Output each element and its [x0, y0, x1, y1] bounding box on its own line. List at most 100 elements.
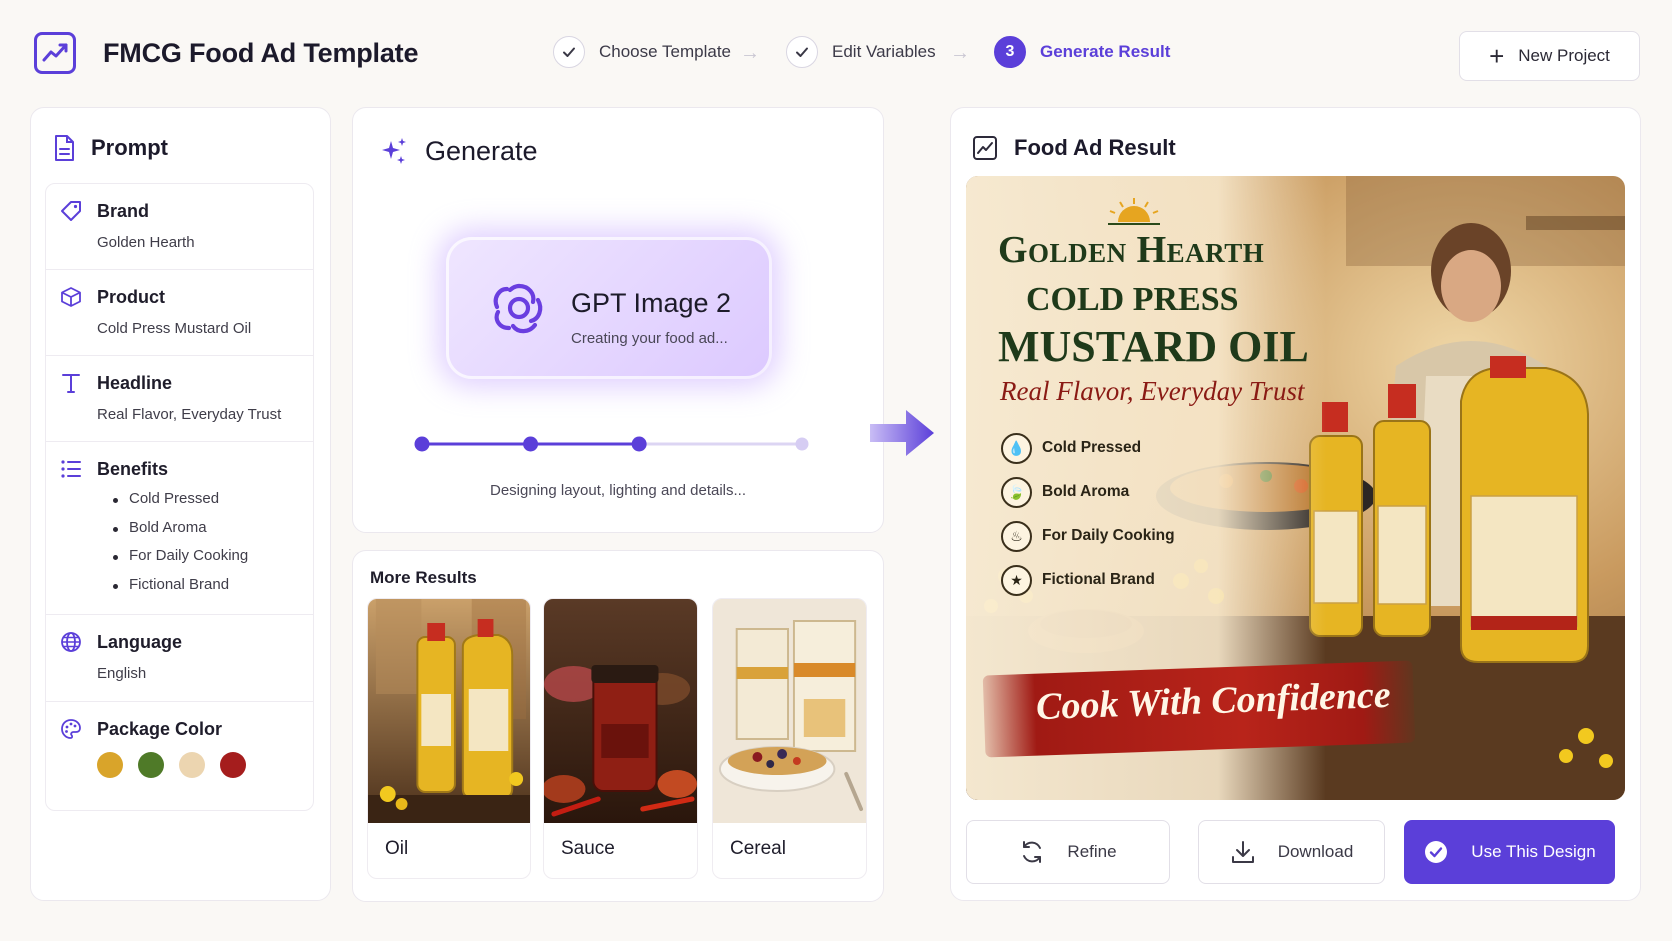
tag-icon: [61, 201, 81, 221]
image-chart-icon: [973, 136, 997, 160]
new-project-label: New Project: [1518, 46, 1610, 65]
result-header: Food Ad Result: [972, 135, 1176, 161]
progress-caption: Designing layout, lighting and details..…: [490, 482, 746, 499]
more-results-title: More Results: [370, 568, 477, 587]
ad-product-line2: MUSTARD OIL: [998, 322, 1309, 371]
step-generate-result[interactable]: 3 Generate Result: [994, 36, 1170, 68]
result-thumbnail-oil[interactable]: Oil: [367, 598, 531, 879]
prompt-item-value: English: [97, 665, 147, 682]
result-thumbnail-cereal[interactable]: Cereal: [712, 598, 867, 879]
sauce-thumbnail-image: [544, 599, 697, 823]
color-swatch[interactable]: [138, 752, 164, 778]
new-project-button[interactable]: + New Project: [1459, 31, 1640, 81]
prompt-item-benefits[interactable]: Benefits Cold Pressed Bold Aroma For Dai…: [46, 442, 313, 615]
prompt-item-label: Brand: [97, 201, 150, 221]
refine-button[interactable]: Refine: [966, 820, 1170, 884]
model-status-text: Creating your food ad...: [571, 330, 728, 347]
leaf-icon: 🍃: [1001, 476, 1032, 508]
prompt-item-value: Cold Press Mustard Oil: [97, 320, 252, 337]
prompt-item-package-color[interactable]: Package Color: [46, 702, 313, 810]
refresh-icon: [1023, 841, 1042, 863]
thumbnail-label: Sauce: [561, 838, 615, 859]
progress-step-dot: [523, 436, 539, 452]
step-label: Generate Result: [1040, 42, 1171, 61]
prompt-item-language[interactable]: Language English: [46, 615, 313, 702]
prompt-title: Prompt: [91, 135, 168, 160]
ad-product-line1: COLD PRESS: [1026, 281, 1239, 318]
benefit-item: Fictional Brand: [113, 576, 248, 605]
color-swatch[interactable]: [97, 752, 123, 778]
step-number: 3: [994, 36, 1026, 68]
progress-step-dot: [795, 437, 809, 451]
color-swatch[interactable]: [220, 752, 246, 778]
arrow-right-icon: →: [950, 42, 970, 64]
prompt-item-value: Real Flavor, Everyday Trust: [97, 406, 282, 423]
generate-header: Generate: [377, 135, 538, 167]
step-edit-variables[interactable]: Edit Variables: [786, 36, 936, 68]
generate-title: Generate: [425, 135, 538, 166]
benefit-item: Bold Aroma: [113, 519, 248, 548]
color-swatch[interactable]: [179, 752, 205, 778]
box-icon: [61, 287, 81, 307]
arrow-right-icon: →: [740, 42, 760, 64]
page-title: FMCG Food Ad Template: [103, 38, 419, 68]
use-this-design-button[interactable]: Use This Design: [1404, 820, 1615, 884]
check-icon: [553, 36, 585, 68]
globe-icon: [61, 632, 81, 652]
cooking-pot-icon: ♨: [1001, 520, 1032, 552]
ad-benefit: ★ Fictional Brand: [1001, 558, 1175, 602]
generation-progress: [414, 436, 809, 452]
ad-benefit-label: Cold Pressed: [1042, 439, 1142, 456]
star-icon: ★: [1001, 564, 1032, 596]
check-circle-icon: [1425, 841, 1448, 863]
prompt-item-brand[interactable]: Brand Golden Hearth: [46, 184, 313, 270]
ad-tagline: Real Flavor, Everyday Trust: [1000, 376, 1305, 406]
download-button[interactable]: Download: [1198, 820, 1385, 884]
ad-benefit-label: For Daily Cooking: [1042, 527, 1175, 544]
result-thumbnail-sauce[interactable]: Sauce: [543, 598, 698, 879]
check-icon: [786, 36, 818, 68]
prompt-item-headline[interactable]: Headline Real Flavor, Everyday Trust: [46, 356, 313, 442]
ad-benefit-label: Bold Aroma: [1042, 483, 1130, 500]
prompt-header: Prompt: [53, 134, 168, 162]
prompt-item-label: Headline: [97, 373, 173, 393]
use-design-label: Use This Design: [1471, 842, 1596, 861]
cereal-thumbnail-image: [713, 599, 866, 823]
step-label: Edit Variables: [832, 42, 936, 61]
download-label: Download: [1277, 842, 1354, 861]
sparkles-icon: [382, 138, 406, 164]
sun-logo-icon: [1108, 198, 1160, 225]
drop-icon: 💧: [1001, 432, 1032, 464]
model-name: GPT Image 2: [571, 288, 732, 318]
prompt-item-label: Product: [97, 287, 166, 307]
prompt-item-value: Golden Hearth: [97, 234, 195, 251]
prompt-item-product[interactable]: Product Cold Press Mustard Oil: [46, 270, 313, 356]
progress-step-dot: [414, 436, 430, 452]
ad-benefits: 💧 Cold Pressed 🍃 Bold Aroma ♨ For Daily Coo…: [1001, 426, 1175, 602]
food-ad-preview[interactable]: Golden Hearth COLD PRESS MUSTARD OIL Rea…: [966, 176, 1625, 800]
ad-benefit: 🍃 Bold Aroma: [1001, 470, 1175, 514]
benefit-item: For Daily Cooking: [113, 547, 248, 576]
oil-thumbnail-image: [368, 599, 530, 823]
prompt-variables: Brand Golden Hearth Product Cold Press M…: [45, 183, 314, 811]
plus-icon: +: [1489, 41, 1505, 71]
prompt-item-label: Benefits: [97, 459, 169, 479]
document-icon: [55, 135, 74, 161]
step-choose-template[interactable]: Choose Template: [553, 36, 731, 68]
download-icon: [1231, 841, 1254, 863]
ad-brand-name: Golden Hearth: [998, 229, 1265, 271]
benefit-item: Cold Pressed: [113, 490, 248, 519]
benefits-list: Cold Pressed Bold Aroma For Daily Cookin…: [113, 490, 248, 604]
list-icon: [61, 460, 81, 478]
thumbnail-label: Cereal: [730, 838, 786, 859]
ad-benefit: ♨ For Daily Cooking: [1001, 514, 1175, 558]
arrow-right-icon: [870, 410, 934, 456]
color-swatches: [97, 752, 246, 778]
step-label: Choose Template: [599, 42, 731, 61]
openai-logo-icon: [493, 283, 543, 334]
thumbnail-label: Oil: [385, 838, 409, 859]
ad-benefit-label: Fictional Brand: [1042, 571, 1155, 588]
chart-image-icon: [42, 43, 68, 62]
result-title: Food Ad Result: [1014, 135, 1176, 160]
text-icon: [62, 374, 80, 393]
